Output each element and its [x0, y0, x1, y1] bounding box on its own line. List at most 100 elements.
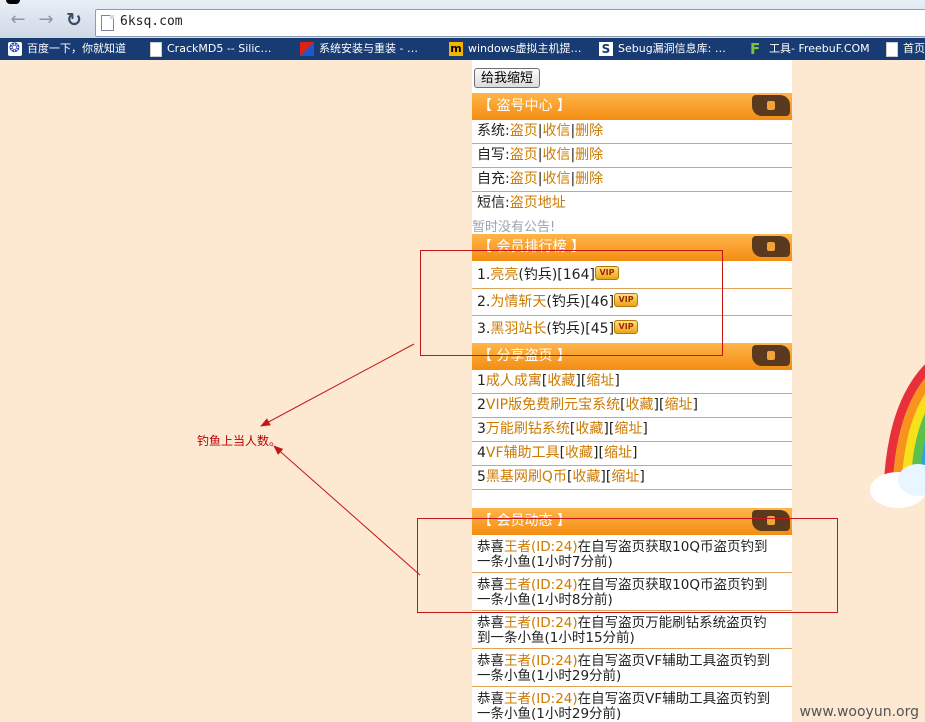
f-logo-icon: F: [750, 40, 761, 58]
feed-user-link[interactable]: 王者(ID:24): [504, 615, 578, 631]
feed-text: 在自写盗页VF辅助工具盗页钓到: [577, 653, 771, 669]
feed-item: 恭喜王者(ID:24)在自写盗页万能刷钻系统盗页钓 到一条小鱼(1小时15分前): [472, 612, 792, 649]
back-icon[interactable]: ←: [8, 10, 28, 30]
feed-prefix: 恭喜: [477, 615, 504, 631]
favorite-link[interactable]: 收藏: [547, 373, 575, 389]
bookmark-system-install[interactable]: 系统安装与重装 - …: [300, 38, 418, 60]
steal-page-link[interactable]: 盗页: [510, 171, 538, 187]
page-icon: [101, 15, 114, 31]
annotation-text: 钓鱼上当人数。: [197, 434, 282, 448]
row-label: 自充:: [477, 171, 510, 187]
section-badge-icon: [752, 95, 790, 116]
account-row-system: 系统:盗页|收信|删除: [472, 120, 792, 144]
section-badge-icon: [752, 345, 790, 366]
share-number: 1: [477, 373, 486, 389]
account-row-custom: 自写:盗页|收信|删除: [472, 144, 792, 168]
baidu-paw-icon: [8, 38, 22, 60]
account-row-recharge: 自充:盗页|收信|删除: [472, 168, 792, 192]
account-row-sms: 短信:盗页地址: [472, 192, 792, 215]
bookmark-sebug[interactable]: S Sebug漏洞信息库: …: [599, 38, 726, 60]
delete-link[interactable]: 删除: [575, 171, 603, 187]
annotation-box-ranking: [420, 250, 723, 356]
account-center-header: 【 盗号中心 】: [472, 93, 792, 120]
bookmark-label: Sebug漏洞信息库: …: [618, 42, 726, 55]
page-icon: [150, 41, 162, 57]
share-row: 4VF辅助工具[收藏][缩址]: [472, 442, 792, 466]
bookmark-label: 百度一下，你就知道: [27, 42, 126, 55]
bookmark-label: CrackMD5 -- Silic…: [167, 42, 272, 55]
shrink-button[interactable]: 给我缩短: [474, 68, 540, 88]
share-page-link[interactable]: 万能刷钻系统: [486, 421, 570, 437]
feed-text: 到一条小鱼(1小时15分前): [477, 630, 635, 646]
inbox-link[interactable]: 收信: [542, 171, 570, 187]
bookmark-label: windows虚拟主机提…: [468, 42, 582, 55]
address-bar[interactable]: 6ksq.com: [95, 9, 925, 37]
favorite-link[interactable]: 收藏: [565, 445, 593, 461]
share-page-link[interactable]: VF辅助工具: [486, 445, 560, 461]
bookmark-label: 工具- FreebuF.COM: [769, 42, 870, 55]
inbox-link[interactable]: 收信: [542, 147, 570, 163]
share-number: 5: [477, 469, 486, 485]
browser-toolbar: ← → ↻ 6ksq.com: [0, 0, 925, 39]
feed-text: 在自写盗页VF辅助工具盗页钓到: [577, 691, 771, 707]
favorite-link[interactable]: 收藏: [572, 469, 600, 485]
browser-logo-icon: [6, 0, 20, 4]
inbox-link[interactable]: 收信: [542, 123, 570, 139]
feed-text: 一条小鱼(1小时29分前): [477, 668, 622, 684]
share-page-link[interactable]: 成人成寓: [486, 373, 542, 389]
url-text[interactable]: 6ksq.com: [120, 14, 183, 29]
bookmark-crackmd5[interactable]: CrackMD5 -- Silic…: [150, 38, 271, 60]
watermark: www.wooyun.org: [799, 704, 919, 720]
share-page-link[interactable]: 黑基网刷Q币: [486, 469, 567, 485]
favorite-link[interactable]: 收藏: [626, 397, 654, 413]
bookmark-windows-host[interactable]: m windows虚拟主机提…: [449, 38, 581, 60]
rainbow-decoration: [870, 364, 925, 508]
annotation-box-feed: [417, 518, 838, 613]
forward-icon[interactable]: →: [36, 10, 56, 30]
bookmark-label: 首页: [903, 42, 925, 55]
section-badge-icon: [752, 236, 790, 257]
share-row: 2VIP版免费刷元宝系统[收藏][缩址]: [472, 394, 792, 418]
shorten-link[interactable]: 缩址: [604, 445, 632, 461]
steal-page-link[interactable]: 盗页: [510, 147, 538, 163]
bookmark-baidu[interactable]: 百度一下，你就知道: [8, 38, 126, 60]
reload-icon[interactable]: ↻: [64, 10, 84, 30]
feed-user-link[interactable]: 王者(ID:24): [504, 653, 578, 669]
red-blue-icon: [300, 42, 314, 56]
feed-item: 恭喜王者(ID:24)在自写盗页VF辅助工具盗页钓到 一条小鱼(1小时29分前): [472, 688, 792, 722]
m-logo-icon: m: [449, 42, 463, 56]
share-number: 2: [477, 397, 486, 413]
share-page-link[interactable]: VIP版免费刷元宝系统: [486, 397, 620, 413]
feed-user-link[interactable]: 王者(ID:24): [504, 691, 578, 707]
row-label: 短信:: [477, 195, 510, 211]
bookmark-freebuf[interactable]: F 工具- FreebuF.COM: [750, 38, 870, 60]
steal-page-link[interactable]: 盗页: [510, 123, 538, 139]
feed-prefix: 恭喜: [477, 691, 504, 707]
feed-prefix: 恭喜: [477, 653, 504, 669]
delete-link[interactable]: 删除: [575, 147, 603, 163]
feed-text: 在自写盗页万能刷钻系统盗页钓: [577, 615, 767, 631]
notice-text: 暂时没有公告!: [472, 220, 556, 235]
favorite-link[interactable]: 收藏: [575, 421, 603, 437]
row-label: 自写:: [477, 147, 510, 163]
share-number: 3: [477, 421, 486, 437]
feed-item: 恭喜王者(ID:24)在自写盗页VF辅助工具盗页钓到 一条小鱼(1小时29分前): [472, 650, 792, 687]
s-logo-icon: S: [599, 42, 613, 56]
shorten-link[interactable]: 缩址: [614, 421, 642, 437]
bookmark-home[interactable]: 首页: [886, 38, 925, 60]
delete-link[interactable]: 删除: [575, 123, 603, 139]
share-row: 1成人成寓[收藏][缩址]: [472, 370, 792, 394]
share-row: 5黑基网刷Q币[收藏][缩址]: [472, 466, 792, 490]
row-label: 系统:: [477, 123, 510, 139]
bookmarks-bar: 百度一下，你就知道 CrackMD5 -- Silic… 系统安装与重装 - ……: [0, 38, 925, 60]
section-title: 【 盗号中心 】: [478, 98, 571, 114]
feed-text: 一条小鱼(1小时29分前): [477, 706, 622, 722]
shorten-link[interactable]: 缩址: [586, 373, 614, 389]
page-address-link[interactable]: 盗页地址: [510, 195, 566, 211]
page-icon: [886, 41, 898, 57]
shorten-link[interactable]: 缩址: [611, 469, 639, 485]
shorten-link[interactable]: 缩址: [664, 397, 692, 413]
share-number: 4: [477, 445, 486, 461]
share-row: 3万能刷钻系统[收藏][缩址]: [472, 418, 792, 442]
bookmark-label: 系统安装与重装 - …: [319, 42, 418, 55]
